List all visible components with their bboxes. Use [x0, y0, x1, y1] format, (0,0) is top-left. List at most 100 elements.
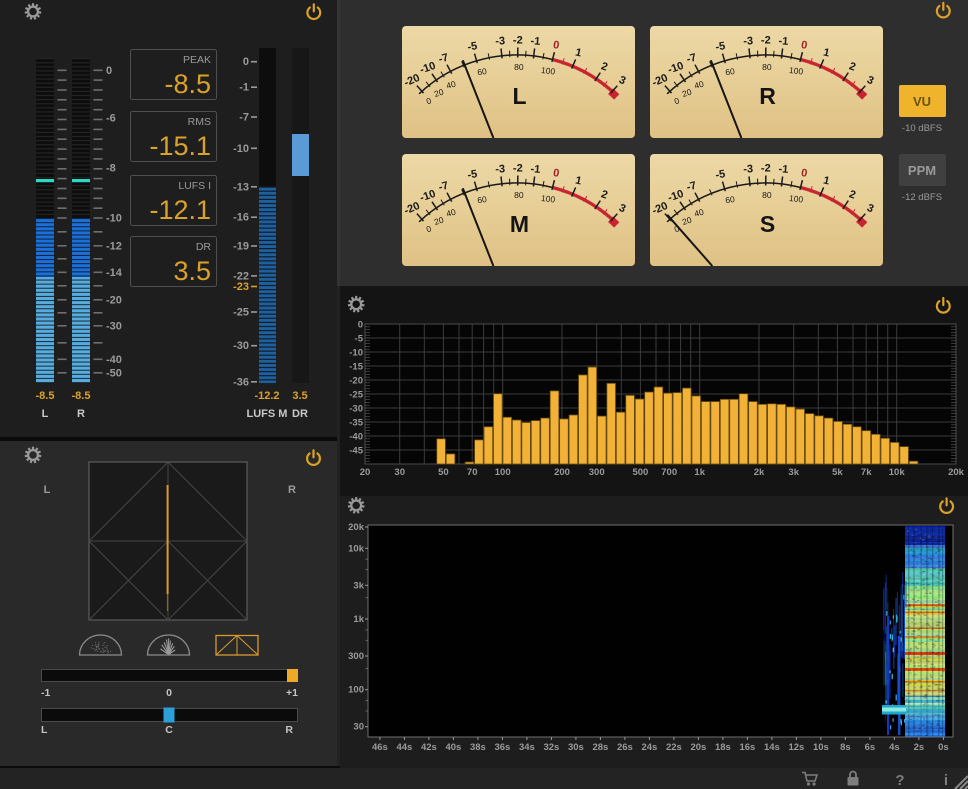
svg-text:-12: -12 — [106, 241, 122, 253]
svg-text:2s: 2s — [914, 742, 925, 753]
svg-text:700: 700 — [661, 467, 677, 478]
svg-text:26s: 26s — [617, 742, 633, 753]
svg-text:3k: 3k — [353, 580, 364, 591]
svg-text:R: R — [288, 484, 296, 496]
svg-text:L: L — [42, 408, 49, 420]
svg-text:20k: 20k — [948, 467, 965, 478]
svg-text:-23: -23 — [233, 281, 249, 293]
svg-text:-12.1: -12.1 — [149, 195, 211, 225]
svg-text:-14: -14 — [106, 267, 123, 279]
svg-text:10s: 10s — [813, 742, 829, 753]
svg-text:-1: -1 — [778, 35, 789, 48]
svg-text:-40: -40 — [349, 432, 363, 443]
svg-text:-10: -10 — [233, 143, 249, 155]
svg-text:R: R — [77, 408, 85, 420]
svg-text:30: 30 — [394, 467, 405, 478]
svg-text:7k: 7k — [861, 467, 872, 478]
svg-text:60: 60 — [477, 66, 488, 77]
svg-text:10k: 10k — [889, 467, 906, 478]
svg-text:200: 200 — [554, 467, 570, 478]
svg-text:L: L — [44, 484, 51, 496]
svg-text:-5: -5 — [467, 168, 479, 181]
svg-text:0: 0 — [106, 65, 112, 77]
svg-text:28s: 28s — [592, 742, 608, 753]
svg-text:C: C — [165, 724, 173, 736]
svg-text:R: R — [285, 724, 293, 736]
svg-text:DR: DR — [292, 408, 308, 420]
svg-text:8s: 8s — [840, 742, 851, 753]
svg-text:PPM: PPM — [908, 163, 936, 178]
svg-text:M: M — [510, 211, 529, 237]
svg-text:16s: 16s — [739, 742, 755, 753]
svg-text:-10: -10 — [106, 213, 122, 225]
svg-text:-12.2: -12.2 — [254, 390, 279, 402]
svg-text:-10 dBFS: -10 dBFS — [902, 123, 942, 134]
svg-text:+1: +1 — [286, 687, 298, 699]
svg-text:1k: 1k — [353, 614, 364, 625]
svg-text:-30: -30 — [233, 340, 249, 352]
svg-text:-19: -19 — [233, 241, 249, 253]
svg-text:32s: 32s — [543, 742, 559, 753]
svg-text:300: 300 — [589, 467, 605, 478]
svg-text:80: 80 — [762, 62, 772, 72]
svg-text:60: 60 — [725, 194, 736, 205]
svg-text:-1: -1 — [530, 35, 541, 48]
svg-text:-6: -6 — [106, 113, 116, 125]
svg-text:-36: -36 — [233, 376, 249, 388]
svg-text:100: 100 — [788, 65, 804, 77]
svg-text:-3: -3 — [743, 35, 753, 47]
svg-text:-15.1: -15.1 — [149, 131, 211, 161]
svg-text:-8: -8 — [106, 163, 116, 175]
svg-text:3.5: 3.5 — [292, 390, 307, 402]
svg-text:-13: -13 — [233, 181, 249, 193]
svg-text:-1: -1 — [530, 163, 541, 176]
svg-text:LUFS M: LUFS M — [247, 408, 288, 420]
svg-text:LUFS I: LUFS I — [178, 180, 211, 192]
svg-text:-2: -2 — [513, 35, 523, 47]
svg-text:-8.5: -8.5 — [72, 390, 91, 402]
svg-text:0: 0 — [358, 320, 363, 331]
svg-text:20k: 20k — [348, 522, 365, 533]
svg-text:0s: 0s — [938, 742, 949, 753]
svg-text:-7: -7 — [239, 112, 249, 124]
svg-text:VU: VU — [913, 94, 931, 109]
svg-text:100: 100 — [540, 193, 556, 205]
svg-text:i: i — [944, 772, 948, 789]
svg-text:RMS: RMS — [188, 116, 211, 128]
svg-text:2k: 2k — [754, 467, 765, 478]
svg-text:-3: -3 — [743, 163, 753, 175]
svg-text:-2: -2 — [513, 163, 523, 175]
svg-text:-1: -1 — [239, 82, 249, 94]
svg-text:100: 100 — [495, 467, 511, 478]
svg-text:-16: -16 — [233, 212, 249, 224]
svg-text:-45: -45 — [349, 446, 363, 457]
svg-text:-25: -25 — [233, 307, 249, 319]
svg-text:0: 0 — [166, 687, 172, 699]
svg-text:-1: -1 — [778, 163, 789, 176]
svg-text:L: L — [41, 724, 48, 736]
svg-text:-20: -20 — [349, 376, 363, 387]
svg-text:14s: 14s — [764, 742, 780, 753]
svg-text:-8.5: -8.5 — [36, 390, 55, 402]
svg-text:?: ? — [895, 772, 904, 789]
svg-text:10k: 10k — [348, 543, 365, 554]
svg-text:44s: 44s — [396, 742, 412, 753]
svg-text:60: 60 — [725, 66, 736, 77]
svg-text:46s: 46s — [372, 742, 388, 753]
svg-text:-50: -50 — [106, 368, 122, 380]
svg-text:-35: -35 — [349, 418, 363, 429]
svg-text:-3: -3 — [495, 35, 505, 47]
svg-text:-20: -20 — [106, 295, 122, 307]
svg-text:-5: -5 — [467, 40, 479, 53]
svg-text:-3: -3 — [495, 163, 505, 175]
svg-text:-2: -2 — [761, 163, 771, 175]
svg-text:-2: -2 — [761, 35, 771, 47]
svg-text:30: 30 — [353, 722, 364, 733]
svg-text:0: 0 — [243, 56, 249, 68]
svg-text:R: R — [759, 83, 776, 109]
svg-text:-30: -30 — [349, 404, 363, 415]
svg-text:100: 100 — [540, 65, 556, 77]
svg-text:38s: 38s — [470, 742, 486, 753]
svg-text:22s: 22s — [666, 742, 682, 753]
svg-text:-5: -5 — [715, 168, 727, 181]
